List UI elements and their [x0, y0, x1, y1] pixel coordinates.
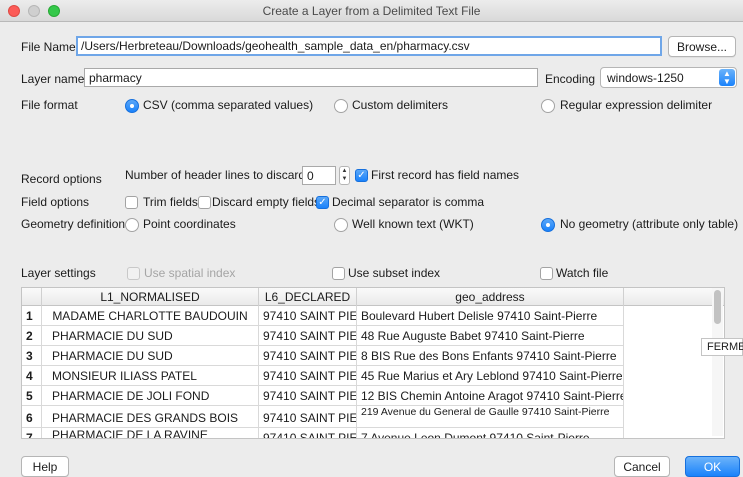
layer-name-label: Layer name: [21, 72, 85, 86]
window-title: Create a Layer from a Delimited Text Fil…: [262, 4, 481, 18]
column-header[interactable]: L6_DECLARED: [259, 288, 357, 306]
trim-fields-label[interactable]: Trim fields: [143, 195, 198, 209]
cell-address: 219 Avenue du General de Gaulle 97410 Sa…: [357, 406, 624, 428]
cell-address: 8 BIS Rue des Bons Enfants 97410 Saint-P…: [357, 346, 624, 366]
regex-delimiter-radio[interactable]: [541, 99, 555, 113]
header-corner: [22, 288, 42, 306]
row-number: 5: [22, 386, 42, 406]
record-options-label: Record options: [21, 172, 102, 186]
cell-declared: 97410 SAINT PIERRE: [259, 346, 357, 366]
cell-name: PHARMACIE DU SUD: [42, 326, 259, 346]
help-button[interactable]: Help: [21, 456, 69, 477]
field-options-label: Field options: [21, 195, 90, 209]
no-geometry-radio[interactable]: [541, 218, 555, 232]
cell-declared: 97410 SAINT PIERRE: [259, 428, 357, 438]
row-number: 2: [22, 326, 42, 346]
fermer-button[interactable]: FERMER: [701, 338, 743, 356]
header-lines-input[interactable]: 0: [302, 166, 336, 185]
first-record-checkbox[interactable]: ✓: [355, 169, 368, 182]
csv-radio[interactable]: [125, 99, 139, 113]
wkt-label[interactable]: Well known text (WKT): [352, 217, 474, 231]
spatial-index-checkbox: [127, 267, 140, 280]
cell-name: PHARMACIE DE LA RAVINE: [42, 428, 259, 438]
table-row[interactable]: 1 MADAME CHARLOTTE BAUDOUIN 97410 SAINT …: [22, 306, 624, 326]
table-header: L1_NORMALISED L6_DECLARED geo_address: [22, 288, 724, 306]
file-format-label: File format: [21, 98, 78, 112]
watch-file-label[interactable]: Watch file: [556, 266, 608, 280]
table-scrollbar-thumb[interactable]: [714, 290, 721, 324]
point-coordinates-label[interactable]: Point coordinates: [143, 217, 236, 231]
table-row[interactable]: 4 MONSIEUR ILIASS PATEL 97410 SAINT PIER…: [22, 366, 624, 386]
file-name-input[interactable]: /Users/Herbreteau/Downloads/geohealth_sa…: [76, 36, 662, 56]
layer-name-input[interactable]: pharmacy: [84, 68, 538, 87]
csv-radio-label[interactable]: CSV (comma separated values): [143, 98, 313, 112]
ok-button[interactable]: OK: [685, 456, 740, 477]
column-header[interactable]: L1_NORMALISED: [42, 288, 259, 306]
custom-delimiters-label[interactable]: Custom delimiters: [352, 98, 448, 112]
no-geometry-label[interactable]: No geometry (attribute only table): [560, 217, 738, 231]
table-row[interactable]: 2 PHARMACIE DU SUD 97410 SAINT PIERRE 48…: [22, 326, 624, 346]
file-name-label: File Name: [21, 40, 76, 54]
column-header[interactable]: geo_address: [357, 288, 624, 306]
cell-name: MADAME CHARLOTTE BAUDOUIN: [42, 306, 259, 326]
row-number: 7: [22, 428, 42, 438]
cell-name: PHARMACIE DES GRANDS BOIS: [42, 406, 259, 428]
wkt-radio[interactable]: [334, 218, 348, 232]
table-row[interactable]: 5 PHARMACIE DE JOLI FOND 97410 SAINT PIE…: [22, 386, 624, 406]
cell-declared: 97410 SAINT PIERRE: [259, 326, 357, 346]
cell-declared: 97410 SAINT PIERRE: [259, 386, 357, 406]
header-lines-stepper[interactable]: ▲ ▼: [339, 166, 350, 185]
point-coordinates-radio[interactable]: [125, 218, 139, 232]
encoding-select[interactable]: windows-1250 ▲ ▼: [600, 67, 737, 88]
cell-address: 45 Rue Marius et Ary Leblond 97410 Saint…: [357, 366, 624, 386]
cell-name: PHARMACIE DU SUD: [42, 346, 259, 366]
decimal-comma-checkbox[interactable]: ✓: [316, 196, 329, 209]
cell-name: MONSIEUR ILIASS PATEL: [42, 366, 259, 386]
select-arrows-icon: ▲ ▼: [719, 69, 735, 86]
table-row[interactable]: 7 PHARMACIE DE LA RAVINE 97410 SAINT PIE…: [22, 428, 624, 438]
cell-declared: 97410 SAINT PIERRE: [259, 306, 357, 326]
first-record-label[interactable]: First record has field names: [371, 168, 519, 182]
subset-index-checkbox[interactable]: [332, 267, 345, 280]
discard-empty-checkbox[interactable]: [198, 196, 211, 209]
cell-declared: 97410 SAINT PIERRE: [259, 366, 357, 386]
cell-declared: 97410 SAINT PIERRE: [259, 406, 357, 428]
browse-button[interactable]: Browse...: [668, 36, 736, 57]
row-number: 3: [22, 346, 42, 366]
cell-address: 7 Avenue Leon Dumont 97410 Saint-Pierre: [357, 428, 624, 438]
header-lines-label: Number of header lines to discard: [125, 168, 306, 182]
row-number: 4: [22, 366, 42, 386]
row-number: 1: [22, 306, 42, 326]
discard-empty-label[interactable]: Discard empty fields: [212, 195, 320, 209]
table-row[interactable]: 6 PHARMACIE DES GRANDS BOIS 97410 SAINT …: [22, 406, 624, 428]
row-number: 6: [22, 406, 42, 428]
cell-name: PHARMACIE DE JOLI FOND: [42, 386, 259, 406]
cancel-button[interactable]: Cancel: [614, 456, 670, 477]
regex-delimiter-label[interactable]: Regular expression delimiter: [560, 98, 712, 112]
cell-address: 12 BIS Chemin Antoine Aragot 97410 Saint…: [357, 386, 624, 406]
encoding-value: windows-1250: [607, 71, 684, 85]
preview-table[interactable]: L1_NORMALISED L6_DECLARED geo_address 1 …: [21, 287, 725, 439]
cell-address: 48 Rue Auguste Babet 97410 Saint-Pierre: [357, 326, 624, 346]
table-row[interactable]: 3 PHARMACIE DU SUD 97410 SAINT PIERRE 8 …: [22, 346, 624, 366]
custom-delimiters-radio[interactable]: [334, 99, 348, 113]
watch-file-checkbox[interactable]: [540, 267, 553, 280]
encoding-label: Encoding: [545, 72, 596, 86]
spatial-index-label: Use spatial index: [144, 266, 236, 280]
trim-fields-checkbox[interactable]: [125, 196, 138, 209]
layer-settings-label: Layer settings: [21, 266, 96, 280]
subset-index-label[interactable]: Use subset index: [348, 266, 440, 280]
geometry-definition-label: Geometry definition: [21, 217, 126, 231]
cell-address: Boulevard Hubert Delisle 97410 Saint-Pie…: [357, 306, 624, 326]
decimal-comma-label[interactable]: Decimal separator is comma: [332, 195, 484, 209]
